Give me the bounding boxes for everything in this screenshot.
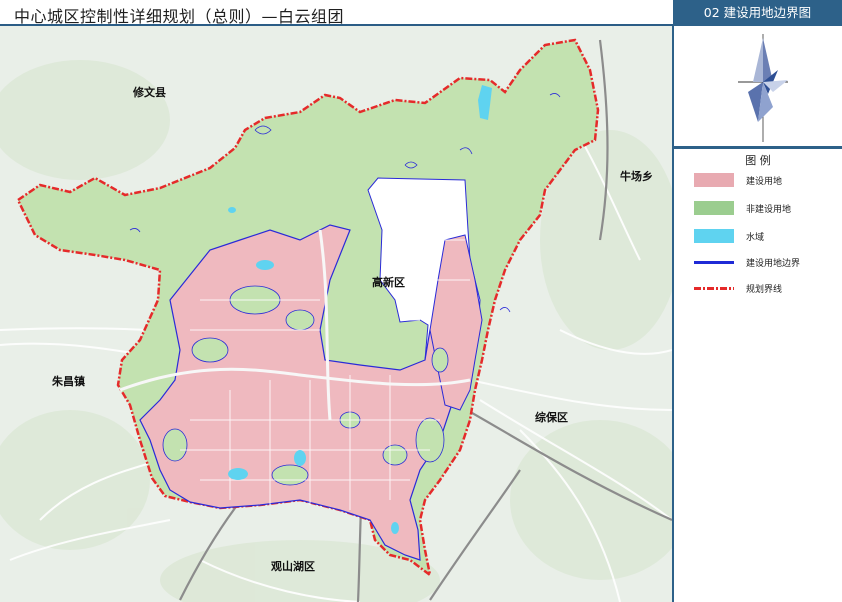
place-label-gaoxin: 高新区 bbox=[372, 276, 405, 289]
compass-icon bbox=[738, 34, 788, 142]
legend-title: 图 例 bbox=[745, 154, 771, 167]
map-canvas[interactable]: 修文县 牛场乡 高新区 朱昌镇 综保区 观山湖区 bbox=[0, 26, 672, 602]
legend-label: 规划界线 bbox=[746, 284, 783, 295]
place-label-zhuchang: 朱昌镇 bbox=[52, 375, 85, 388]
legend-label: 建设用地 bbox=[746, 176, 783, 187]
legend-item-construction: 建设用地 bbox=[694, 172, 782, 188]
place-label-niuchang: 牛场乡 bbox=[620, 170, 653, 183]
map-title: 中心城区控制性详细规划（总则）—白云组团 bbox=[14, 7, 345, 26]
swatch-water bbox=[694, 229, 734, 243]
map-svg bbox=[0, 26, 672, 602]
place-label-xiuwen: 修文县 bbox=[133, 86, 166, 99]
legend-item-planning-boundary: 规划界线 bbox=[694, 280, 782, 296]
north-arrow bbox=[678, 32, 838, 144]
sheet-title: 02 建设用地边界图 bbox=[673, 0, 842, 26]
swatch-planning-boundary bbox=[694, 286, 734, 290]
swatch-non-construction bbox=[694, 201, 734, 215]
legend-label: 水域 bbox=[746, 232, 765, 243]
legend-divider bbox=[674, 146, 842, 149]
place-label-guanshanhu: 观山湖区 bbox=[271, 560, 315, 573]
swatch-construction-boundary bbox=[694, 260, 734, 264]
side-panel: 图 例 建设用地 非建设用地 水域 建设用地边界 规划界线 bbox=[672, 26, 842, 602]
swatch-construction bbox=[694, 173, 734, 187]
place-label-zongbao: 综保区 bbox=[535, 411, 568, 424]
legend-item-construction-boundary: 建设用地边界 bbox=[694, 254, 800, 270]
legend-item-non-construction: 非建设用地 bbox=[694, 200, 791, 216]
legend-label: 建设用地边界 bbox=[746, 258, 801, 269]
legend-item-water: 水域 bbox=[694, 228, 764, 244]
legend-label: 非建设用地 bbox=[746, 204, 792, 215]
